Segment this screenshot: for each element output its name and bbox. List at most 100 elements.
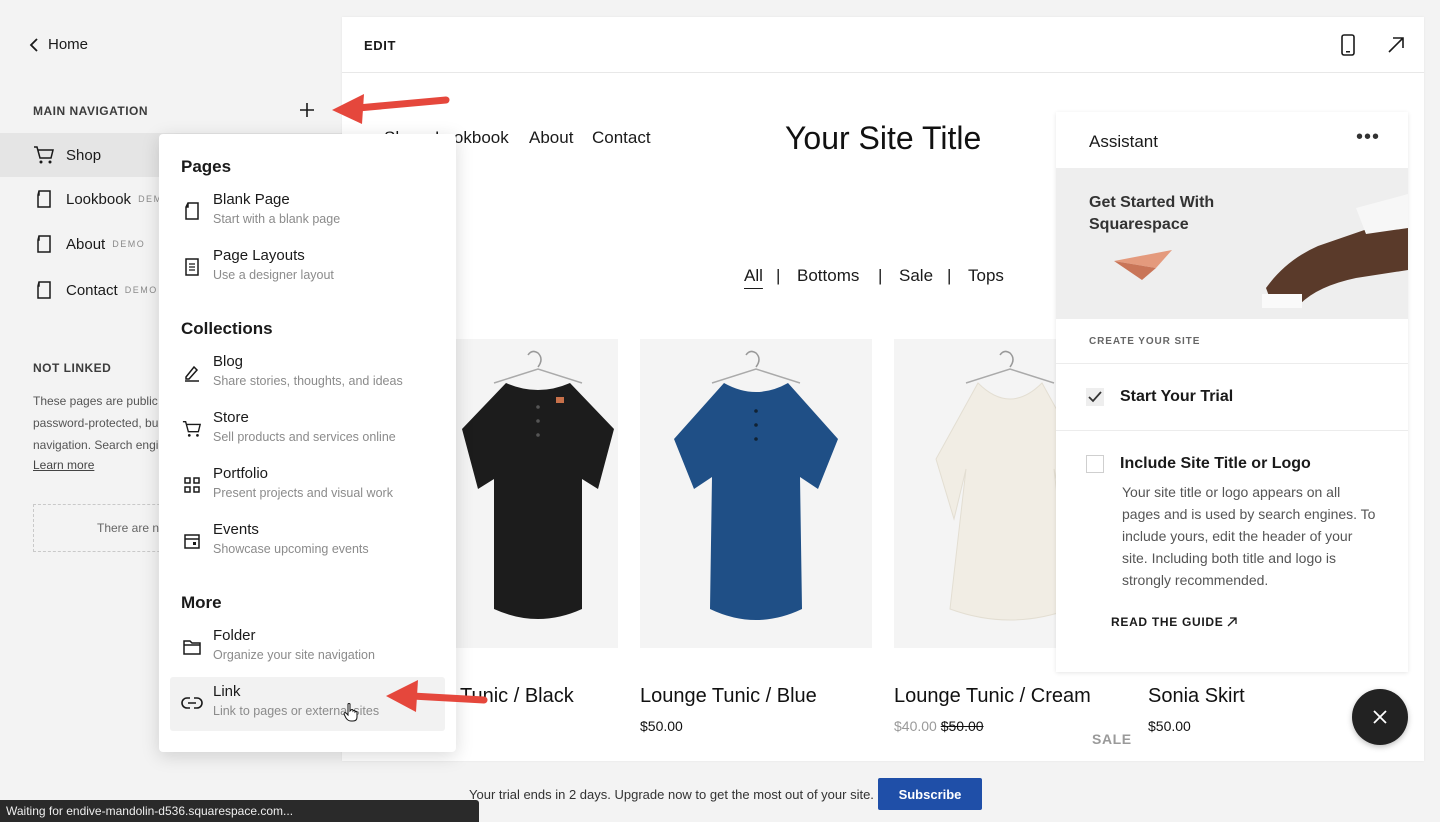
menu-section-collections: Collections xyxy=(181,319,273,338)
cart-icon xyxy=(180,417,204,441)
sale-price: $40.00 xyxy=(894,718,937,734)
plus-icon xyxy=(300,103,314,117)
menu-item-portfolio[interactable]: Portfolio Present projects and visual wo… xyxy=(170,459,445,513)
empty-state-text: There are no xyxy=(97,521,166,535)
read-the-guide-link[interactable]: READ THE GUIDE xyxy=(1111,615,1238,629)
menu-item-description: Organize your site navigation xyxy=(213,648,375,662)
menu-item-title: Portfolio xyxy=(213,465,269,482)
menu-item-description: Present projects and visual work xyxy=(213,486,393,500)
divider xyxy=(1056,363,1408,364)
annotation-arrow-icon xyxy=(332,94,450,124)
mobile-preview-button[interactable] xyxy=(1336,33,1360,57)
sidebar-item-label: Contact xyxy=(66,281,118,299)
assistant-header: Assistant ••• xyxy=(1056,112,1408,168)
add-page-button[interactable] xyxy=(296,99,318,121)
page-icon xyxy=(33,233,55,255)
not-linked-title: NOT LINKED xyxy=(33,361,112,375)
calendar-icon xyxy=(180,529,204,553)
edit-button[interactable]: EDIT xyxy=(364,38,396,53)
menu-section-more: More xyxy=(181,593,222,612)
demo-badge: DEMO xyxy=(112,239,146,249)
add-page-menu: Pages Blank Page Start with a blank page… xyxy=(159,134,456,752)
menu-item-events[interactable]: Events Showcase upcoming events xyxy=(170,515,445,569)
menu-item-title: Events xyxy=(213,521,259,538)
blank-page-icon xyxy=(180,199,204,223)
product-name[interactable]: Lounge Tunic / Cream xyxy=(894,685,1091,708)
portfolio-grid-icon xyxy=(180,473,204,497)
read-guide-label: READ THE GUIDE xyxy=(1111,615,1224,629)
task-checkbox-start-trial[interactable] xyxy=(1086,388,1104,406)
menu-item-blog[interactable]: Blog Share stories, thoughts, and ideas xyxy=(170,347,445,401)
subscribe-button[interactable]: Subscribe xyxy=(878,778,982,810)
menu-item-title: Link xyxy=(213,683,241,700)
site-nav-contact[interactable]: Contact xyxy=(592,128,651,148)
status-text: Waiting for endive-mandolin-d536.squares… xyxy=(6,804,294,818)
page-icon xyxy=(33,279,55,301)
filter-separator: | xyxy=(878,266,883,285)
menu-item-title: Blog xyxy=(213,353,244,370)
product-price-sale: $40.00 $50.00 xyxy=(894,718,984,734)
page-layouts-icon xyxy=(180,255,204,279)
menu-item-store[interactable]: Store Sell products and services online xyxy=(170,403,445,457)
filter-all[interactable]: All xyxy=(744,266,763,286)
page-icon xyxy=(33,188,55,210)
folder-icon xyxy=(180,635,204,659)
task-start-trial[interactable]: Start Your Trial xyxy=(1120,388,1233,406)
external-arrow-icon xyxy=(1228,617,1238,627)
menu-item-description: Share stories, thoughts, and ideas xyxy=(213,374,403,388)
site-title[interactable]: Your Site Title xyxy=(785,120,981,157)
assistant-hero-image: Get Started With Squarespace xyxy=(1056,168,1408,319)
menu-item-description: Sell products and services online xyxy=(213,430,396,444)
menu-item-title: Folder xyxy=(213,627,256,644)
filter-sale[interactable]: Sale xyxy=(899,266,933,286)
learn-more-link[interactable]: Learn more xyxy=(33,458,94,472)
menu-item-description: Showcase upcoming events xyxy=(213,542,369,556)
chevron-left-icon xyxy=(29,37,38,52)
menu-item-title: Page Layouts xyxy=(213,247,305,264)
filter-tops[interactable]: Tops xyxy=(968,266,1004,286)
mobile-icon xyxy=(1341,34,1355,56)
close-icon xyxy=(1373,710,1387,724)
cart-icon xyxy=(33,144,55,166)
product-name[interactable]: Sonia Skirt xyxy=(1148,685,1245,708)
create-your-site-label: CREATE YOUR SITE xyxy=(1089,336,1201,347)
task-description: Your site title or logo appears on all p… xyxy=(1122,484,1376,588)
close-assistant-button[interactable] xyxy=(1352,689,1408,745)
blog-icon xyxy=(180,361,204,385)
sidebar-item-label: Lookbook xyxy=(66,190,132,208)
task-checkbox-site-title[interactable] xyxy=(1086,455,1104,473)
tunic-image xyxy=(674,350,838,620)
more-options-icon[interactable]: ••• xyxy=(1356,126,1380,148)
trial-message: Your trial ends in 2 days. Upgrade now t… xyxy=(469,787,874,802)
paper-plane-hand-illustration xyxy=(1114,194,1408,308)
menu-item-title: Blank Page xyxy=(213,191,290,208)
menu-item-page-layouts[interactable]: Page Layouts Use a designer layout xyxy=(170,241,445,295)
link-icon xyxy=(180,691,204,715)
product-image-blue-tunic[interactable] xyxy=(640,339,872,648)
filter-bottoms[interactable]: Bottoms xyxy=(797,266,859,286)
home-back-link[interactable]: Home xyxy=(28,36,88,53)
menu-item-folder[interactable]: Folder Organize your site navigation xyxy=(170,621,445,675)
task-include-site-title[interactable]: Include Site Title or Logo xyxy=(1120,455,1311,473)
sale-badge: SALE xyxy=(1092,731,1132,747)
hand-cursor-icon xyxy=(343,703,358,722)
product-price: $50.00 xyxy=(640,718,683,734)
menu-item-blank-page[interactable]: Blank Page Start with a blank page xyxy=(170,185,445,239)
assistant-panel: Assistant ••• Get Started With Squarespa… xyxy=(1056,112,1408,672)
checkmark-icon xyxy=(1088,391,1102,403)
menu-item-title: Store xyxy=(213,409,249,426)
menu-item-description: Use a designer layout xyxy=(213,268,334,282)
site-nav-about[interactable]: About xyxy=(529,128,573,148)
divider xyxy=(1056,430,1408,431)
fullscreen-button[interactable] xyxy=(1384,33,1408,57)
original-price: $50.00 xyxy=(940,718,984,734)
annotation-arrow-icon xyxy=(386,680,488,712)
sidebar-item-label: About xyxy=(66,235,106,253)
editor-toolbar: EDIT xyxy=(342,17,1424,73)
product-price: $50.00 xyxy=(1148,718,1191,734)
menu-item-description: Start with a blank page xyxy=(213,212,341,226)
product-name[interactable]: Lounge Tunic / Blue xyxy=(640,685,817,708)
filter-separator: | xyxy=(947,266,952,285)
main-navigation-title: MAIN NAVIGATION xyxy=(33,104,149,118)
expand-arrow-icon xyxy=(1388,37,1404,53)
